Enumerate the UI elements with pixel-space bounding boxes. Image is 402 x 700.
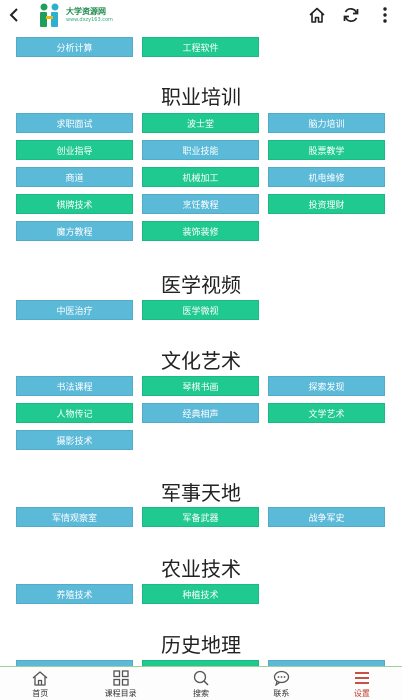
home-icon (32, 671, 48, 686)
tab-settings[interactable]: 设置 (322, 667, 402, 700)
category-button[interactable]: 工程软件 (142, 37, 259, 57)
category-button[interactable]: 求职面试 (16, 113, 133, 133)
category-button[interactable]: 医学微视 (142, 300, 259, 320)
category-button[interactable]: 商道 (16, 167, 133, 187)
category-button[interactable]: 机电维修 (268, 167, 385, 187)
category-button[interactable]: 种植技术 (142, 584, 259, 604)
category-button[interactable]: 装饰装修 (142, 221, 259, 241)
category-button[interactable]: 人物传记 (16, 403, 133, 423)
tab-label: 联系 (273, 689, 290, 698)
logo-title: 大学资源网 (66, 6, 106, 16)
tab-search[interactable]: 搜索 (161, 667, 241, 700)
section-title: 军事天地 (161, 481, 241, 505)
section-title: 历史地理 (161, 633, 241, 657)
more-vertical-icon (383, 7, 387, 23)
category-button[interactable]: 投资理财 (268, 194, 385, 214)
category-grid: 求职面试 波士堂 脑力培训 创业指导 职业技能 股票教学 商道 机械加工 机电维… (0, 113, 402, 248)
category-button[interactable]: 脑力培训 (268, 113, 385, 133)
category-button[interactable]: 分析计算 (16, 37, 133, 57)
category-button[interactable]: 军备武器 (142, 507, 259, 527)
grid-icon (112, 670, 129, 686)
section-title: 文化艺术 (161, 349, 241, 373)
category-grid: 军情观察室 军备武器 战争军史 (0, 507, 402, 529)
top-category-row: 分析计算 工程软件 (0, 37, 402, 59)
section-title: 农业技术 (161, 557, 241, 581)
category-button[interactable]: 琴棋书画 (142, 376, 259, 396)
category-button[interactable]: 魔方教程 (16, 221, 133, 241)
category-grid: 书法课程 琴棋书画 探索发现 人物传记 经典相声 文学艺术 摄影技术 (0, 376, 402, 452)
tab-home[interactable]: 首页 (0, 667, 80, 700)
chevron-left-icon (9, 8, 18, 22)
top-bar: 大学资源网 www.dxzy163.com (0, 0, 402, 30)
category-grid: 养殖技术 种植技术 (0, 584, 402, 606)
tab-label: 搜索 (193, 689, 210, 698)
tab-contact[interactable]: 联系 (241, 667, 321, 700)
site-logo[interactable]: 大学资源网 www.dxzy163.com (28, 0, 113, 30)
more-options-button[interactable] (368, 0, 402, 30)
logo-subtitle: www.dxzy163.com (66, 16, 113, 23)
chat-icon (273, 670, 290, 686)
category-button[interactable]: 职业技能 (142, 140, 259, 160)
category-button[interactable]: 书法课程 (16, 376, 133, 396)
tab-label: 设置 (353, 689, 370, 698)
category-button[interactable]: 探索发现 (268, 376, 385, 396)
bottom-tab-bar: 首页 课程目录 搜索 联系 设置 (0, 666, 402, 700)
category-button[interactable]: 烹饪教程 (142, 194, 259, 214)
home-button[interactable] (300, 0, 334, 30)
category-button[interactable]: 棋牌技术 (16, 194, 133, 214)
tab-label: 首页 (32, 689, 49, 698)
home-icon (309, 7, 325, 23)
refresh-icon (343, 8, 359, 22)
category-button[interactable]: 文学艺术 (268, 403, 385, 423)
category-button[interactable]: 波士堂 (142, 113, 259, 133)
category-button[interactable]: 机械加工 (142, 167, 259, 187)
category-button[interactable]: 养殖技术 (16, 584, 133, 604)
menu-icon (354, 672, 369, 684)
category-button[interactable]: 摄影技术 (16, 430, 133, 450)
category-button[interactable]: 战争军史 (268, 507, 385, 527)
logo-icon (38, 2, 62, 28)
refresh-button[interactable] (334, 0, 368, 30)
category-list[interactable]: 分析计算 工程软件 职业培训 求职面试 波士堂 脑力培训 创业指导 职业技能 股… (0, 30, 402, 666)
search-icon (193, 670, 209, 686)
tab-course-catalog[interactable]: 课程目录 (80, 667, 160, 700)
category-button[interactable]: 军情观察室 (16, 507, 133, 527)
back-button[interactable] (0, 0, 28, 30)
tab-label: 课程目录 (104, 689, 137, 698)
section-title: 医学视频 (161, 273, 241, 297)
category-grid: 中医治疗 医学微视 (0, 300, 402, 322)
category-button[interactable]: 股票教学 (268, 140, 385, 160)
category-button[interactable]: 中医治疗 (16, 300, 133, 320)
category-button[interactable]: 经典相声 (142, 403, 259, 423)
section-title: 职业培训 (161, 85, 241, 109)
category-button[interactable]: 创业指导 (16, 140, 133, 160)
